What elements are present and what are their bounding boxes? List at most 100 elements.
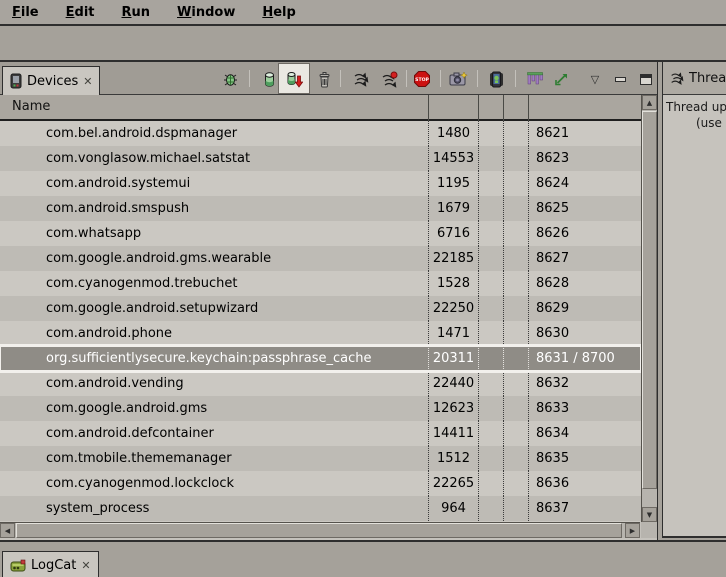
toolbar-separator [406,70,407,87]
column-divider[interactable] [478,95,479,121]
scroll-down-button[interactable]: ▼ [642,507,657,522]
tab-devices[interactable]: Devices ✕ [2,66,100,95]
device-table-header[interactable]: Name [0,95,641,121]
process-pid: 12623 [428,396,478,421]
table-row[interactable]: com.android.phone14718630 [0,321,641,346]
empty-cell [503,171,528,196]
process-pid: 20311 [428,346,478,371]
dump-hprof-button[interactable] [278,63,310,94]
devices-tabstrip: Devices ✕ [0,62,657,95]
process-name: com.google.android.gms [0,396,428,421]
horizontal-scrollbar[interactable]: ◀ ▶ [0,522,640,538]
table-row[interactable]: com.cyanogenmod.trebuchet15288628 [0,271,641,296]
main-area: Devices ✕ [0,62,726,540]
column-header-name[interactable]: Name [12,99,50,114]
empty-cell [478,396,503,421]
table-row[interactable]: com.bel.android.dspmanager1480 8621 [0,121,641,146]
empty-cell [478,421,503,446]
heap-dump-icon [285,70,303,88]
update-threads-button[interactable] [350,69,370,89]
cause-gc-button[interactable] [314,69,334,89]
table-row[interactable]: com.tmobile.thememanager15128635 [0,446,641,471]
threads-tabstrip: Threads [663,62,726,95]
update-heap-button[interactable] [259,69,279,89]
vertical-scroll-thumb[interactable] [642,111,657,489]
column-divider[interactable] [428,95,429,121]
vertical-scrollbar[interactable]: ▲ ▼ [641,95,657,522]
threads-message-line1: Thread updates not enabled for selected … [666,100,726,114]
table-row[interactable]: com.google.android.gms.wearable221858627 [0,246,641,271]
empty-cell [478,271,503,296]
scroll-up-button[interactable]: ▲ [642,95,657,110]
table-row[interactable]: com.google.android.setupwizard222508629 [0,296,641,321]
tab-logcat[interactable]: LogCat ✕ [2,551,99,577]
table-row[interactable]: com.google.android.gms126238633 [0,396,641,421]
devices-view: Devices ✕ [0,62,658,540]
process-name: com.bel.android.dspmanager [0,121,428,146]
process-pid: 1679 [428,196,478,221]
arrow-down-icon: ▼ [647,511,652,519]
heap-cylinder-icon [262,71,277,88]
table-row[interactable]: system_process9648637 [0,496,641,521]
screen-capture-button[interactable] [448,69,468,89]
horizontal-scroll-thumb[interactable] [16,523,622,538]
table-row[interactable]: com.android.systemui11958624 [0,171,641,196]
maximize-button[interactable] [636,69,656,89]
process-ports: 8624 [528,171,641,196]
close-icon[interactable]: ✕ [81,559,90,572]
stop-label: STOP [415,77,429,83]
process-ports: 8626 [528,221,641,246]
table-row[interactable]: com.vonglasow.michael.satstat145538623 [0,146,641,171]
capture-system-trace-button[interactable] [524,69,544,89]
menu-run[interactable]: Run [118,3,155,22]
process-name: com.android.phone [0,321,428,346]
empty-cell [478,171,503,196]
process-ports: 8634 [528,421,641,446]
start-opengl-trace-button[interactable] [551,69,571,89]
scrollbar-corner [641,522,657,538]
menu-window[interactable]: Window [173,3,239,22]
column-divider[interactable] [503,95,504,121]
start-method-profiling-button[interactable] [379,69,399,89]
process-pid: 1512 [428,446,478,471]
scroll-left-button[interactable]: ◀ [0,523,15,538]
tab-devices-label: Devices [27,74,78,89]
process-pid: 14411 [428,421,478,446]
empty-cell [503,421,528,446]
table-row[interactable]: com.whatsapp67168626 [0,221,641,246]
process-pid: 22250 [428,296,478,321]
process-name: com.android.defcontainer [0,421,428,446]
close-icon[interactable]: ✕ [83,75,92,88]
menu-help[interactable]: Help [258,3,299,22]
stop-process-button[interactable]: STOP [412,69,432,89]
process-ports: 8628 [528,271,641,296]
table-row[interactable]: com.android.smspush16798625 [0,196,641,221]
debug-process-button[interactable] [220,69,240,89]
menu-edit[interactable]: Edit [62,3,99,22]
reset-adb-button[interactable] [486,69,506,89]
empty-cell [478,471,503,496]
table-row[interactable]: com.cyanogenmod.lockclock222658636 [0,471,641,496]
table-row[interactable]: org.sufficientlysecure.keychain:passphra… [0,346,641,371]
process-name: com.google.android.setupwizard [0,296,428,321]
menu-bar: File Edit Run Window Help [0,0,726,26]
table-row[interactable]: com.android.vending224408632 [0,371,641,396]
process-pid: 1480 [428,121,478,146]
menu-file[interactable]: File [8,3,43,22]
table-row[interactable]: com.android.defcontainer14411 8634 [0,421,641,446]
empty-cell [478,221,503,246]
tab-threads-label[interactable]: Threads [689,71,726,86]
process-ports: 8627 [528,246,641,271]
minimize-button[interactable] [610,69,630,89]
toolbar-separator [249,70,250,87]
process-ports: 8637 [528,496,641,521]
process-name: com.android.vending [0,371,428,396]
column-divider[interactable] [528,95,529,121]
toolbar-separator [340,70,341,87]
process-pid: 1471 [428,321,478,346]
scroll-right-button[interactable]: ▶ [625,523,640,538]
view-menu-button[interactable]: ▽ [585,69,605,89]
process-ports: 8632 [528,371,641,396]
toolbar-separator [440,70,441,87]
process-ports: 8621 [528,121,641,146]
